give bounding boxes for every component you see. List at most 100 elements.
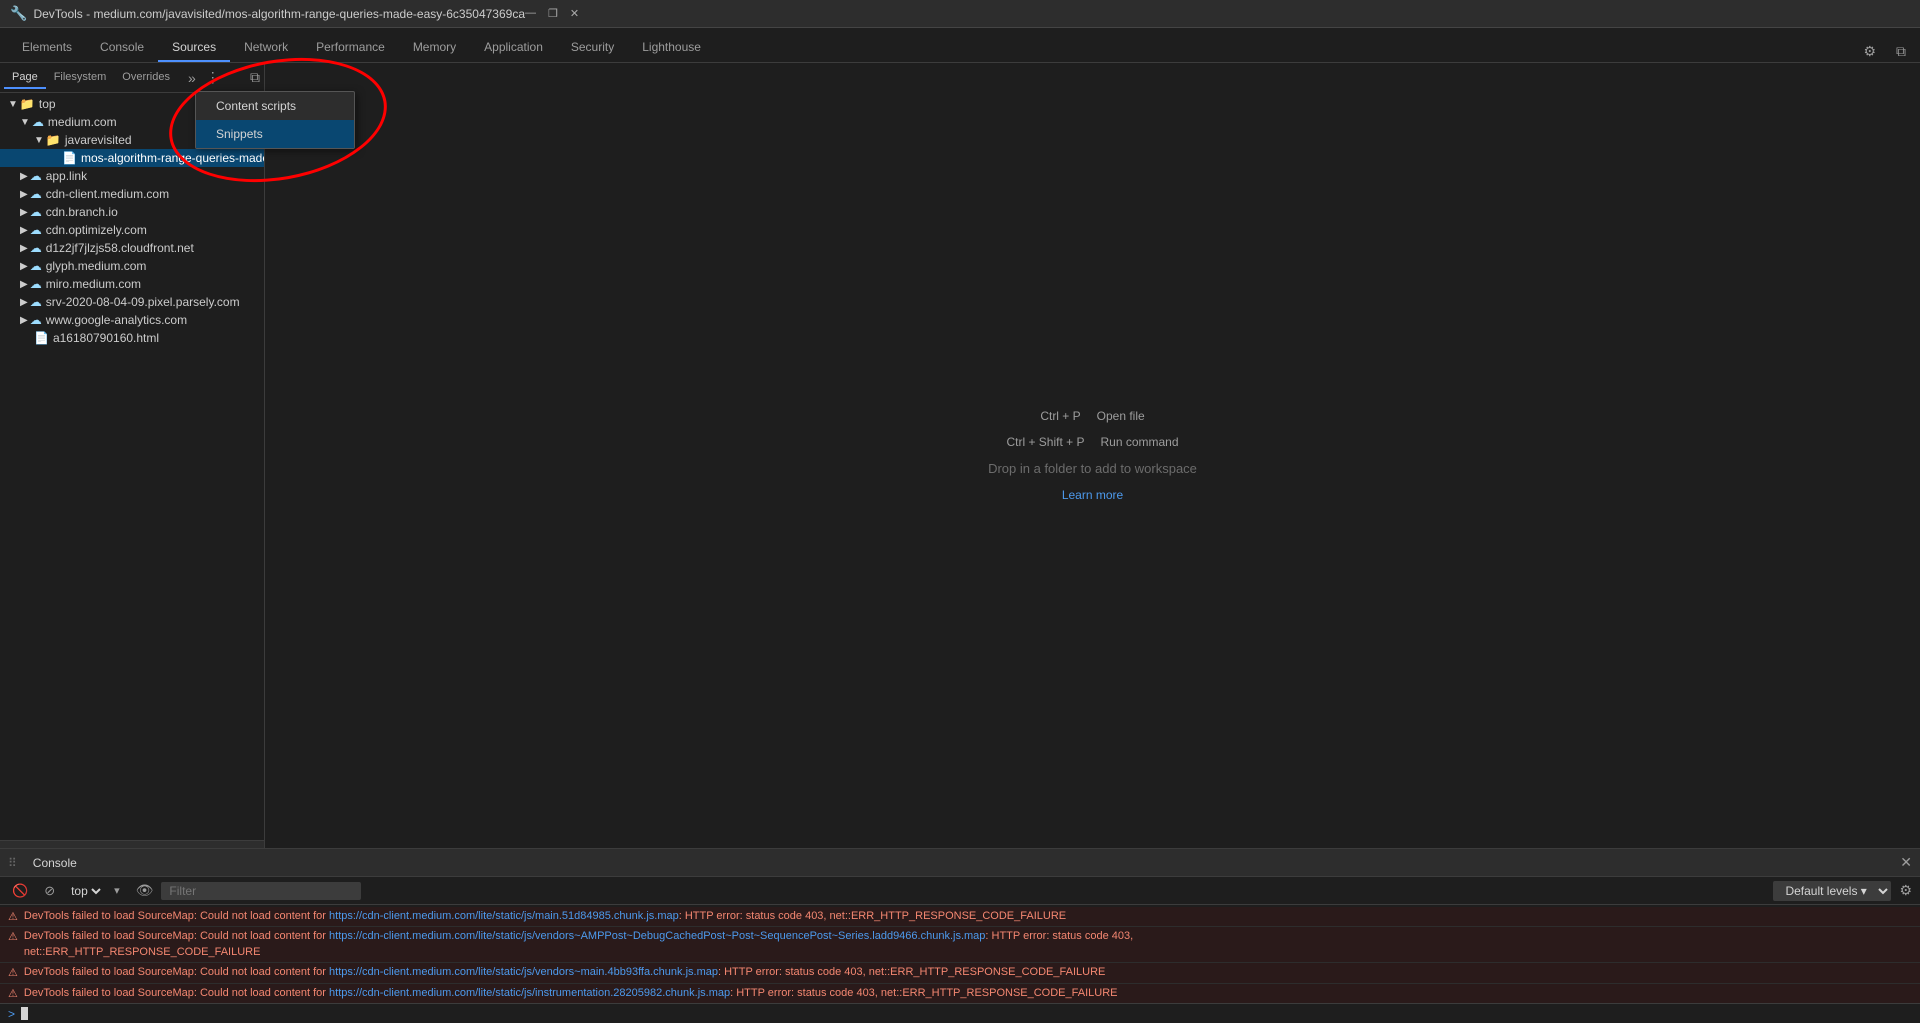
tree-item-cdn-branch[interactable]: ▶ ☁ cdn.branch.io — [0, 203, 264, 221]
console-drag-icon: ⠿ — [8, 856, 17, 870]
tree-label-cdn-optimizely: cdn.optimizely.com — [46, 223, 147, 237]
tab-performance[interactable]: Performance — [302, 34, 399, 62]
chevron-cloudfront: ▶ — [20, 243, 28, 254]
chevron-cdn-client: ▶ — [20, 189, 28, 200]
more-tabs-button[interactable]: » — [182, 70, 202, 86]
tab-sources[interactable]: Sources — [158, 34, 230, 62]
tree-item-google-analytics[interactable]: ▶ ☁ www.google-analytics.com — [0, 311, 264, 329]
chevron-parsely: ▶ — [20, 297, 28, 308]
warning-icon-3: ⚠ — [8, 987, 18, 1000]
chevron-glyph: ▶ — [20, 261, 28, 272]
devtools-icons: ⚙ ⧉ — [1857, 41, 1920, 62]
title-text: DevTools - medium.com/javavisited/mos-al… — [33, 7, 525, 21]
tab-filesystem[interactable]: Filesystem — [46, 67, 115, 89]
console-output: ⚠ DevTools failed to load SourceMap: Cou… — [0, 905, 1920, 1003]
tree-item-applink[interactable]: ▶ ☁ app.link — [0, 167, 264, 185]
window-controls: — ❐ ✕ — [525, 7, 579, 20]
tree-item-a16[interactable]: 📄 a16180790160.html — [0, 329, 264, 347]
error-link-1[interactable]: https://cdn-client.medium.com/lite/stati… — [329, 930, 985, 942]
tab-network[interactable]: Network — [230, 34, 302, 62]
file-icon-mos: 📄 — [62, 151, 77, 165]
console-live-expressions-button[interactable]: 👁 — [136, 882, 154, 899]
tab-security[interactable]: Security — [557, 34, 628, 62]
tree-label-a16: a16180790160.html — [53, 331, 159, 345]
console-settings-button[interactable]: ⚙ — [1899, 882, 1912, 899]
tree-label-cdn-client: cdn-client.medium.com — [46, 187, 169, 201]
tree-item-cdn-client[interactable]: ▶ ☁ cdn-client.medium.com — [0, 185, 264, 203]
console-panel: ⠿ Console ✕ 🚫 ⊘ top ▾ 👁 Default levels ▾… — [0, 848, 1920, 1023]
cloud-icon-parsely: ☁ — [30, 295, 42, 309]
settings-icon[interactable]: ⚙ — [1857, 41, 1882, 62]
console-level-select[interactable]: Default levels ▾ — [1773, 881, 1891, 901]
console-error-1: ⚠ DevTools failed to load SourceMap: Cou… — [0, 927, 1920, 963]
tree-label-cloudfront: d1z2jf7jlzjs58.cloudfront.net — [46, 241, 194, 255]
dropdown-snippets[interactable]: Snippets — [196, 120, 354, 148]
console-close-button[interactable]: ✕ — [1900, 854, 1912, 871]
tree-label-parsely: srv-2020-08-04-09.pixel.parsely.com — [46, 295, 240, 309]
tab-elements[interactable]: Elements — [8, 34, 86, 62]
tree-label-mos: mos-algorithm-range-queries-made- — [81, 151, 264, 165]
warning-icon-2: ⚠ — [8, 966, 18, 979]
sidebar-scrollbar[interactable] — [0, 840, 264, 848]
chevron-medium: ▼ — [20, 117, 30, 128]
console-ban-button[interactable]: 🚫 — [8, 881, 32, 901]
console-error-2: ⚠ DevTools failed to load SourceMap: Cou… — [0, 963, 1920, 983]
console-toolbar: 🚫 ⊘ top ▾ 👁 Default levels ▾ ⚙ — [0, 877, 1920, 905]
file-icon-a16: 📄 — [34, 331, 49, 345]
tree-item-cdn-optimizely[interactable]: ▶ ☁ cdn.optimizely.com — [0, 221, 264, 239]
tab-options-button[interactable]: ⋮ — [202, 69, 224, 86]
chevron-applink: ▶ — [20, 171, 28, 182]
tree-item-miro[interactable]: ▶ ☁ miro.medium.com — [0, 275, 264, 293]
tree-label-miro: miro.medium.com — [46, 277, 141, 291]
console-filter-input[interactable] — [161, 882, 361, 900]
tab-overrides[interactable]: Overrides — [114, 67, 178, 89]
cloud-icon-cdn-client: ☁ — [30, 187, 42, 201]
tab-memory[interactable]: Memory — [399, 34, 470, 62]
chevron-javarevisited: ▼ — [34, 135, 44, 146]
error-link-2[interactable]: https://cdn-client.medium.com/lite/stati… — [329, 966, 718, 978]
tree-item-cloudfront[interactable]: ▶ ☁ d1z2jf7jlzjs58.cloudfront.net — [0, 239, 264, 257]
tree-label-medium: medium.com — [48, 115, 117, 129]
dock-icon[interactable]: ⧉ — [1890, 41, 1912, 62]
error-text-1: DevTools failed to load SourceMap: Could… — [24, 929, 1912, 960]
shortcut-open-keys: Ctrl + P — [1040, 409, 1080, 423]
tab-application[interactable]: Application — [470, 34, 557, 62]
console-context-selector[interactable]: top — [67, 883, 104, 899]
dropdown-content-scripts[interactable]: Content scripts — [196, 92, 354, 120]
chevron-google-analytics: ▶ — [20, 315, 28, 326]
console-cursor — [21, 1007, 28, 1020]
tree-label-glyph: glyph.medium.com — [46, 259, 147, 273]
main-area: Page Filesystem Overrides » ⋮ ⧉ ▼ 📁 top … — [0, 63, 1920, 848]
editor-area: Ctrl + P Open file Ctrl + Shift + P Run … — [265, 63, 1920, 848]
close-button[interactable]: ✕ — [570, 7, 579, 20]
dropdown-menu: Content scripts Snippets — [195, 91, 355, 149]
tab-lighthouse[interactable]: Lighthouse — [628, 34, 715, 62]
console-clear-button[interactable]: ⊘ — [40, 881, 59, 901]
tree-label-google-analytics: www.google-analytics.com — [46, 313, 187, 327]
tree-item-mos-algorithm[interactable]: 📄 mos-algorithm-range-queries-made- — [0, 149, 264, 167]
folder-icon-javarevisited: 📁 — [46, 133, 61, 147]
shortcut-run-command: Ctrl + Shift + P Run command — [1006, 435, 1178, 449]
cloud-icon-miro: ☁ — [30, 277, 42, 291]
minimize-button[interactable]: — — [525, 7, 536, 20]
console-title: Console — [33, 856, 77, 870]
error-link-3[interactable]: https://cdn-client.medium.com/lite/stati… — [329, 987, 730, 999]
warning-icon-0: ⚠ — [8, 910, 18, 923]
maximize-button[interactable]: ❐ — [548, 7, 558, 20]
tab-console-top[interactable]: Console — [86, 34, 158, 62]
devtools-tab-bar: Elements Console Sources Network Perform… — [0, 28, 1920, 63]
tree-item-parsely[interactable]: ▶ ☁ srv-2020-08-04-09.pixel.parsely.com — [0, 293, 264, 311]
tab-page[interactable]: Page — [4, 67, 46, 89]
split-view-button[interactable]: ⧉ — [250, 69, 260, 86]
tree-label-javarevisited: javarevisited — [65, 133, 132, 147]
chevron-cdn-branch: ▶ — [20, 207, 28, 218]
tree-label-top: top — [39, 97, 56, 111]
tree-item-glyph[interactable]: ▶ ☁ glyph.medium.com — [0, 257, 264, 275]
learn-more-link[interactable]: Learn more — [1062, 488, 1123, 502]
drop-text: Drop in a folder to add to workspace — [988, 461, 1197, 476]
shortcut-open-action: Open file — [1097, 409, 1145, 423]
error-link-0[interactable]: https://cdn-client.medium.com/lite/stati… — [329, 910, 679, 922]
devtools-icon: 🔧 — [10, 5, 27, 22]
file-tree: ▼ 📁 top ▼ ☁ medium.com ▼ 📁 javarevisited… — [0, 93, 264, 840]
chevron-top: ▼ — [8, 99, 18, 110]
